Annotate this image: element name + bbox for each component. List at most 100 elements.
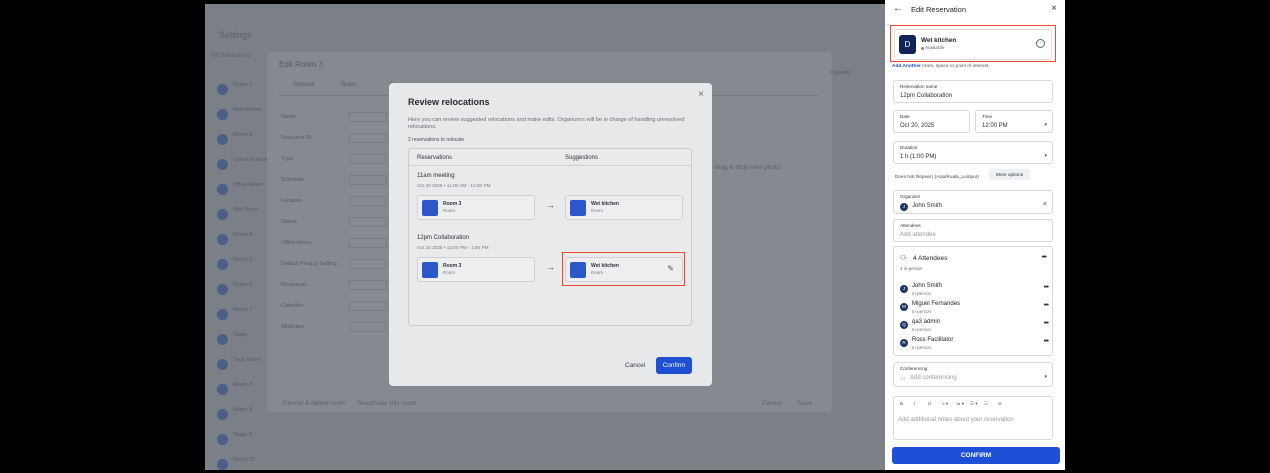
resource-icon <box>217 334 228 345</box>
field-input[interactable] <box>349 175 387 185</box>
attendee-name: qa3 admin <box>912 319 941 325</box>
more-options-icon[interactable]: ••• <box>1044 302 1049 309</box>
room-name: Room 3 <box>443 201 462 207</box>
tab-general[interactable]: General <box>293 82 314 88</box>
conferencing-field[interactable]: Conferencing ▭ Add conferencing ▾ <box>893 362 1053 387</box>
resource-row[interactable]: Check-in desk <box>217 157 269 175</box>
organizer-field[interactable]: Organizer J John Smith × <box>893 190 1053 214</box>
attendee-row[interactable]: M Miguel Fernandes In-person ••• <box>900 301 1049 317</box>
resource-row[interactable]: Tech Room <box>217 357 269 375</box>
modal-title: Review relocations <box>408 97 490 107</box>
attendees-label: Attendees <box>900 223 921 228</box>
field-input[interactable] <box>349 112 387 122</box>
field-input[interactable] <box>349 322 387 332</box>
organizer-value: John Smith <box>912 203 943 209</box>
resource-row[interactable]: Room 1 <box>217 82 269 100</box>
format-button[interactable]: ☷ <box>984 401 988 407</box>
field-input[interactable] <box>349 280 387 290</box>
attendee-row[interactable]: R Ross Facilitator In-person ••• <box>900 337 1049 353</box>
more-options-icon[interactable]: ••• <box>1044 284 1049 291</box>
format-button[interactable]: ≡ ▾ <box>942 401 948 407</box>
more-options-icon[interactable]: ••• <box>1042 254 1047 261</box>
time-field[interactable]: Time 12:00 PM ▾ <box>975 110 1053 133</box>
attendee-row[interactable]: Qqa3 admin In-person ••• <box>900 319 1049 335</box>
resource-icon <box>217 134 228 145</box>
close-icon[interactable]: × <box>698 89 704 100</box>
format-button[interactable]: B <box>900 401 903 406</box>
resource-row[interactable]: Room 5 <box>217 257 269 275</box>
duration-field[interactable]: Duration 1 h (1:00 PM) ▾ <box>893 141 1053 164</box>
cancel-delete-room[interactable]: Cancel & delete room <box>283 400 346 407</box>
resource-row[interactable]: Stage <box>217 332 269 350</box>
notes-editor[interactable]: B I U ≡ ▾ ≔ ▾ ☰ ▾ ☷ ⊘ Add additional notes abou… <box>893 396 1053 440</box>
conferencing-label: Conferencing <box>900 366 928 371</box>
resource-name: Room 10 <box>233 457 256 463</box>
format-button[interactable]: U <box>928 401 931 406</box>
resource-row[interactable]: Room 9 <box>217 407 269 425</box>
format-button[interactable]: I <box>914 401 915 406</box>
edit-room-cancel[interactable]: Cancel <box>762 400 782 407</box>
reservation-name-field[interactable]: Reservation name 12pm Collaboration <box>893 80 1053 103</box>
relocations-table: Reservations Suggestions 11am meeting Oc… <box>408 148 692 326</box>
room-name: Room 3 <box>443 263 462 269</box>
chevron-down-icon: ▾ <box>1044 153 1047 159</box>
field-input[interactable] <box>349 133 387 143</box>
resource-row[interactable]: Room 4 <box>217 232 269 250</box>
resource-row[interactable]: Office Room <box>217 182 269 200</box>
field-input[interactable] <box>349 259 387 269</box>
resource-row[interactable]: Room 6 <box>217 282 269 300</box>
field-label: Schedule <box>281 177 304 183</box>
close-icon[interactable]: × <box>1051 3 1057 14</box>
attendees-list: ⚇ 4 Attendees ••• 4 in-person J John Smit… <box>893 246 1053 356</box>
current-room-card: Room 3 Room <box>417 195 535 220</box>
room-thumbnail <box>422 200 438 216</box>
panel-header: ← Edit Reservation × <box>885 0 1065 18</box>
format-button[interactable]: ⊘ <box>998 401 1002 407</box>
notes-input[interactable]: Add additional notes about your reservat… <box>898 417 1014 423</box>
tab-rules[interactable]: Rules <box>341 82 356 88</box>
resource-row[interactable]: Room 2 <box>217 132 269 150</box>
clear-icon[interactable]: × <box>1043 201 1047 208</box>
deactivate-room[interactable]: Deactivate this room <box>357 400 416 407</box>
attendee-name: Ross Facilitator <box>912 337 954 343</box>
attendee-mode: In-person <box>912 291 932 296</box>
resource-row[interactable]: Wet Room <box>217 207 269 225</box>
confirm-button[interactable]: Confirm <box>656 357 692 374</box>
format-button[interactable]: ☰ ▾ <box>970 401 978 407</box>
field-label: Attributes <box>281 324 305 330</box>
more-options-icon[interactable]: ••• <box>1044 338 1049 345</box>
resource-icon <box>217 284 228 295</box>
resource-icon <box>217 309 228 320</box>
room-type: Room <box>443 270 456 275</box>
field-label: Name <box>281 114 296 120</box>
resource-row[interactable]: Stage 2 <box>217 432 269 450</box>
field-label: Status <box>281 219 297 225</box>
resource-row[interactable]: Wet kitchen <box>217 107 269 125</box>
confirm-reservation-button[interactable]: CONFIRM <box>892 447 1060 464</box>
resource-row[interactable]: Room 7 <box>217 307 269 325</box>
add-another-link[interactable]: Add Another <box>892 64 921 69</box>
back-arrow-icon[interactable]: ← <box>893 3 903 14</box>
date-value: Oct 20, 2025 <box>900 123 935 129</box>
field-input[interactable] <box>349 196 387 206</box>
field-input[interactable] <box>349 301 387 311</box>
field-input[interactable] <box>349 154 387 164</box>
attendee-row[interactable]: J John Smith In-person ••• <box>900 283 1049 299</box>
suggested-room-card[interactable]: Wet kitchen Room <box>565 195 683 220</box>
more-options-icon[interactable]: ••• <box>1044 320 1049 327</box>
resource-row[interactable]: Room 10 <box>217 457 269 470</box>
field-label: Type <box>281 156 293 162</box>
edit-room-save[interactable]: Save <box>797 400 812 407</box>
field-input[interactable] <box>349 238 387 248</box>
header-divider <box>409 165 691 166</box>
format-button[interactable]: ≔ ▾ <box>956 401 964 407</box>
resource-row[interactable]: Room 8 <box>217 382 269 400</box>
modal-description: Here you can review suggested relocation… <box>408 117 685 130</box>
date-field[interactable]: Date Oct 20, 2025 <box>893 110 970 133</box>
more-options-button[interactable]: More options <box>989 169 1030 180</box>
duration-label: Duration <box>900 145 918 150</box>
room-thumbnail <box>422 262 438 278</box>
cancel-button[interactable]: Cancel <box>625 362 645 369</box>
field-input[interactable] <box>349 217 387 227</box>
attendees-field[interactable]: Attendees Add attendee <box>893 219 1053 242</box>
